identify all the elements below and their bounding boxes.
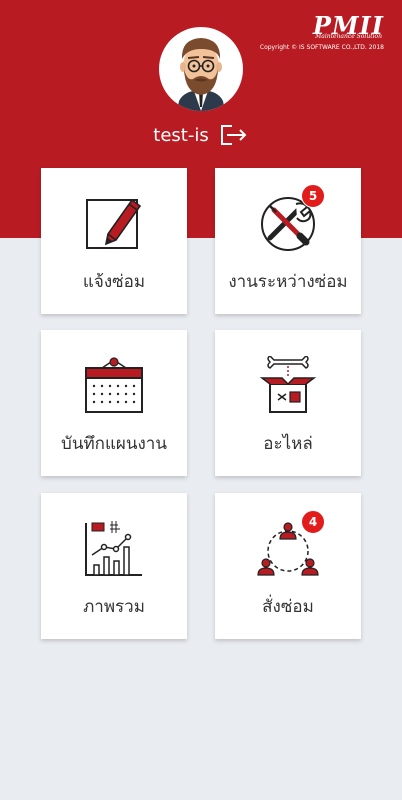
- notification-badge: 5: [301, 184, 325, 208]
- brand-tagline: Maintenance Solution: [315, 33, 382, 40]
- menu-label: แจ้งซ่อม: [82, 272, 146, 292]
- calendar-icon: [85, 357, 143, 413]
- logout-icon[interactable]: [219, 123, 249, 147]
- chart-icon: [85, 521, 142, 576]
- user-row: test-is: [0, 122, 402, 148]
- copyright-text: Copyright © IS SOFTWARE CO.,LTD. 2018: [259, 44, 384, 51]
- avatar: [159, 27, 243, 111]
- spare-parts-box-icon: [259, 356, 317, 413]
- menu-label: งานระหว่างซ่อม: [228, 272, 348, 292]
- brand: PMII Maintenance Solution Copyright © IS…: [259, 14, 384, 52]
- menu-card-overview[interactable]: ภาพรวม: [41, 493, 187, 639]
- menu-card-plan-record[interactable]: บันทึกแผนงาน: [41, 330, 187, 476]
- menu-label: อะไหล่: [263, 434, 313, 454]
- menu-card-spare-parts[interactable]: อะไหล่: [215, 330, 361, 476]
- menu-label: บันทึกแผนงาน: [61, 434, 167, 454]
- pencil-icon: [86, 198, 142, 249]
- menu-card-report-repair[interactable]: แจ้งซ่อม: [41, 168, 187, 314]
- menu-card-order-repair[interactable]: 4 สั่งซ่อม: [215, 493, 361, 639]
- menu-card-work-in-progress[interactable]: 5 งานระหว่างซ่อม: [215, 168, 361, 314]
- menu-label: ภาพรวม: [83, 597, 145, 617]
- notification-badge: 4: [301, 510, 325, 534]
- username: test-is: [153, 124, 209, 146]
- menu-label: สั่งซ่อม: [262, 597, 314, 617]
- bearded-man-avatar-icon: [177, 38, 225, 111]
